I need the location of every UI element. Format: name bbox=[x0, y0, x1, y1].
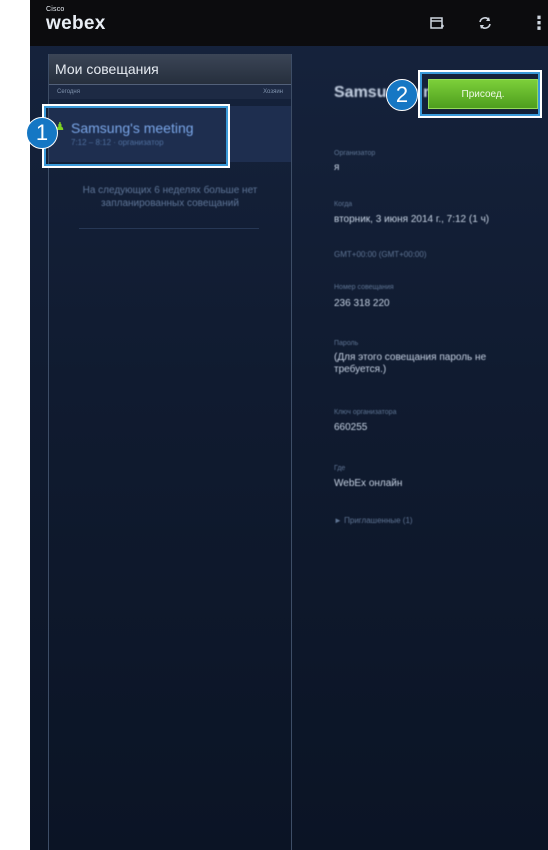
webex-text: webex bbox=[46, 13, 106, 34]
empty-message: На следующих 6 неделях больше нет заплан… bbox=[82, 185, 258, 209]
join-button[interactable]: Присоед. bbox=[428, 79, 538, 109]
divider bbox=[79, 228, 259, 229]
organizer-label: Организатор bbox=[334, 150, 376, 157]
webex-logo: Cisco webex bbox=[46, 6, 106, 34]
when-value: вторник, 3 июня 2014 г., 7:12 (1 ч) bbox=[334, 214, 490, 225]
password-value: (Для этого совещания пароль не требуется… bbox=[334, 352, 487, 375]
meeting-number-value: 236 318 220 bbox=[334, 298, 390, 309]
meeting-list-panel: Мои совещания Сегодня Хозяин ♟ Samsung's… bbox=[48, 54, 292, 850]
meeting-detail-panel: Samsung's meeting Организатор я Когда вт… bbox=[332, 0, 548, 850]
organizer-value: я bbox=[334, 162, 340, 173]
panel-title: Мои совещания bbox=[49, 54, 291, 85]
column-header-host: Хозяин bbox=[263, 89, 283, 95]
where-label: Где bbox=[334, 465, 346, 472]
meeting-item-highlight bbox=[42, 104, 230, 168]
invitees-toggle[interactable]: ► Приглашенные (1) bbox=[334, 516, 413, 525]
host-key-value: 660255 bbox=[334, 422, 368, 433]
callout-2: 2 bbox=[386, 79, 418, 111]
meeting-number-label: Номер совещания bbox=[334, 284, 394, 291]
host-key-label: Ключ организатора bbox=[334, 409, 397, 416]
column-header-date: Сегодня bbox=[57, 89, 80, 95]
callout-1: 1 bbox=[26, 117, 58, 149]
password-label: Пароль bbox=[334, 340, 359, 347]
where-value: WebEx онлайн bbox=[334, 478, 403, 489]
when-label: Когда bbox=[334, 201, 353, 208]
column-headers: Сегодня Хозяин bbox=[49, 85, 291, 99]
timezone-value: GMT+00:00 (GMT+00:00) bbox=[334, 250, 427, 259]
